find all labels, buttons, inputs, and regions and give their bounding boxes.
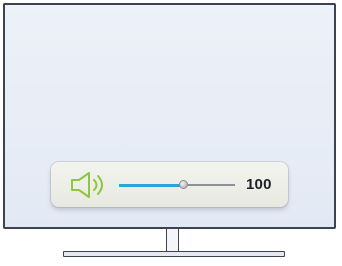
volume-slider-fill — [119, 183, 184, 187]
volume-slider-thumb[interactable] — [179, 180, 189, 189]
volume-slider[interactable] — [119, 180, 235, 189]
scene: 100 — [0, 0, 342, 266]
speaker-icon[interactable] — [69, 170, 115, 200]
tv-stand-base — [63, 251, 285, 257]
tv-stand-neck — [166, 229, 179, 252]
volume-level-value: 100 — [246, 176, 272, 193]
volume-overlay: 100 — [51, 162, 288, 207]
